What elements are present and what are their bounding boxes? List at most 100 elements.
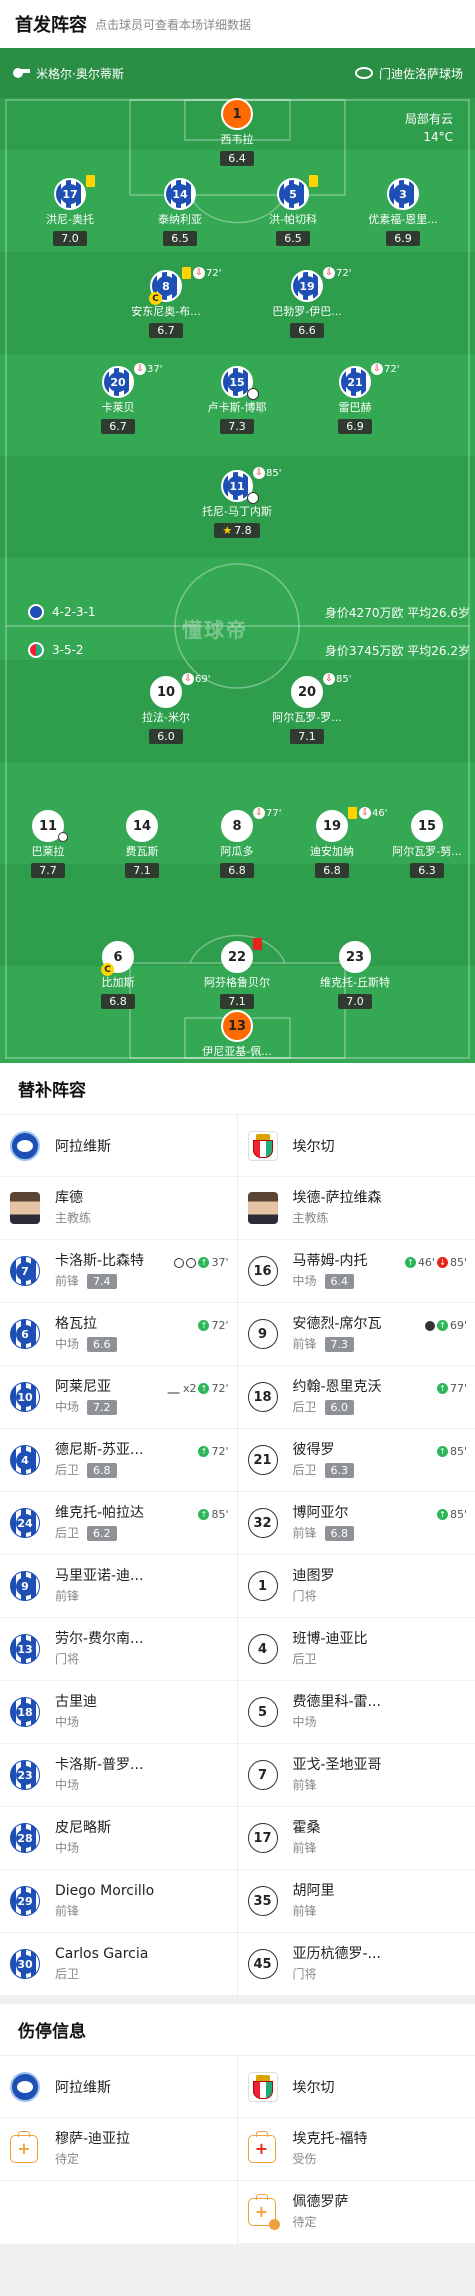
sub-player-row[interactable]: 45 亚历杭德罗-... 门将: [237, 1933, 475, 1996]
player-number: 21: [345, 372, 365, 392]
player-badge: 21: [339, 366, 371, 398]
sub-jersey-icon: 5: [247, 1697, 278, 1727]
red-card-icon: [253, 938, 262, 950]
pitch-player[interactable]: 15 卢卡斯-博耶 7.3: [191, 366, 283, 434]
sub-player-row[interactable]: 6 格瓦拉 中场 6.6 ↑ 72': [0, 1303, 237, 1366]
sub-player-position-row: 门将: [293, 1587, 335, 1605]
sub-events: ↑ 85': [436, 1445, 467, 1458]
sub-player-position: 前锋: [55, 1904, 80, 1918]
sub-player-row[interactable]: 29 Diego Morcillo 前锋: [0, 1870, 237, 1933]
sub-player-row[interactable]: 4 德尼斯-苏亚... 后卫 6.8 ↑ 72': [0, 1429, 237, 1492]
player-number: 19: [297, 276, 317, 296]
sub-player-position: 中场: [55, 1715, 80, 1729]
injury-row[interactable]: + 埃克托-福特 受伤: [237, 2118, 475, 2181]
sub-player-name: 阿莱尼亚: [55, 1379, 111, 1395]
sub-player-row[interactable]: 10 阿莱尼亚 中场 7.2 x2 ↑ 72': [0, 1366, 237, 1429]
pitch-player[interactable]: 6 比加斯 6.8 C: [72, 941, 164, 1009]
sub-player-row[interactable]: 24 维克托-帕拉达 后卫 6.2 ↑ 85': [0, 1492, 237, 1555]
pitch-player[interactable]: 22 阿芬格鲁贝尔 7.1: [191, 938, 283, 1009]
coach-name: 库德: [55, 1190, 83, 1206]
sub-player-position: 门将: [55, 1652, 80, 1666]
sub-in-minute: 37': [211, 1256, 229, 1269]
player-name: 雷巴赫: [338, 401, 372, 414]
sub-player-row[interactable]: 7 卡洛斯-比森特 前锋 7.4 ↑ 37': [0, 1240, 237, 1303]
pitch-player[interactable]: 19 迪安加纳 6.8 ⇩ 46': [286, 807, 387, 878]
sub-player-row[interactable]: 32 博阿亚尔 前锋 6.8 ↑ 85': [237, 1492, 475, 1555]
pitch-player[interactable]: 19 巴勃罗-伊巴... 6.6 ⇩ 72': [261, 267, 353, 338]
weather-info: 局部有云 14°C: [405, 110, 453, 146]
injury-row[interactable]: + 佩德罗萨 待定: [237, 2181, 475, 2244]
player-name: 卢卡斯-博耶: [207, 401, 267, 414]
player-rating: 7.3: [220, 419, 254, 434]
pitch-player[interactable]: 11 巴莱拉 7.7: [2, 810, 94, 878]
sub-player-position: 中场: [55, 1778, 80, 1792]
sub-player-row[interactable]: 18 约翰-恩里克沃 后卫 6.0 ↑ 77': [237, 1366, 475, 1429]
sub-jersey-icon: 9: [10, 1571, 40, 1601]
pitch-player[interactable]: 17 洪尼-奥托 7.0: [24, 175, 116, 246]
sub-player-row[interactable]: 9 马里亚诺-迪... 前锋: [0, 1555, 237, 1618]
away-injuries-column: 埃尔切 + 埃克托-福特 受伤 + 佩德罗萨 待定: [237, 2056, 475, 2244]
pitch-player[interactable]: 15 阿尔瓦罗-努... 6.3: [381, 810, 473, 878]
coach-role: 主教练: [55, 1211, 92, 1225]
pitch-player[interactable]: 3 优素福-恩里... 6.9: [357, 178, 449, 246]
sub-player-row[interactable]: 28 皮尼略斯 中场: [0, 1807, 237, 1870]
injured-player-name: 埃克托-福特: [292, 2131, 368, 2147]
sub-player-row[interactable]: 21 彼得罗 后卫 6.3 ↑ 85': [237, 1429, 475, 1492]
sub-player-row[interactable]: 1 迪图罗 门将: [237, 1555, 475, 1618]
home-team-row[interactable]: 阿拉维斯: [0, 1115, 237, 1177]
coach-role: 主教练: [292, 1211, 329, 1225]
home-formation: 4-2-3-1: [28, 604, 96, 620]
sub-jersey-icon: 45: [247, 1949, 278, 1979]
sub-player-row[interactable]: 7 亚戈-圣地亚哥 前锋: [237, 1744, 475, 1807]
away-team-row[interactable]: 埃尔切: [237, 1115, 475, 1177]
player-rating: 6.9: [386, 231, 420, 246]
player-name: 阿瓜多: [220, 845, 254, 858]
player-badge: 5: [277, 178, 309, 210]
injury-row[interactable]: + 穆萨-迪亚拉 待定: [0, 2118, 237, 2181]
sub-player-rating: 6.2: [87, 1525, 117, 1541]
sub-minute: 77': [266, 807, 282, 819]
home-coach-row[interactable]: 库德 主教练: [0, 1177, 237, 1240]
player-badge: 17: [54, 178, 86, 210]
pitch-player[interactable]: 20 阿尔瓦罗-罗... 7.1 ⇩ 85': [261, 673, 353, 744]
sub-player-name: 劳尔-费尔南...: [55, 1631, 144, 1647]
away-coach-row[interactable]: 埃德-萨拉维森 主教练: [237, 1177, 475, 1240]
pitch-player[interactable]: 10 拉法-米尔 6.0 ⇩ 69': [120, 673, 212, 744]
player-rating: 7.7: [31, 863, 65, 878]
pitch-player[interactable]: 1 西韦拉 6.4: [191, 98, 283, 166]
pitch-player[interactable]: 21 雷巴赫 6.9 ⇩ 72': [309, 363, 401, 434]
sub-player-row[interactable]: 30 Carlos Garcia 后卫: [0, 1933, 237, 1996]
sub-jersey-icon: 4: [10, 1445, 40, 1475]
sub-player-row[interactable]: 5 费德里科-雷... 中场: [237, 1681, 475, 1744]
player-name: 伊尼亚基-佩...: [202, 1045, 272, 1058]
sub-player-row[interactable]: 35 胡阿里 前锋: [237, 1870, 475, 1933]
home-squad-value: 身价4270万欧 平均26.6岁: [324, 606, 470, 620]
sub-player-row[interactable]: 16 马蒂姆-内托 中场 6.4 ↑ 46' ↓ 85': [237, 1240, 475, 1303]
pitch-player[interactable]: 13 伊尼亚基-佩...6.2: [191, 1010, 283, 1063]
pitch-player[interactable]: 14 费瓦斯 7.1: [96, 810, 188, 878]
sub-player-row[interactable]: 17 霍桑 前锋: [237, 1807, 475, 1870]
sub-player-row[interactable]: 4 班博-迪亚比 后卫: [237, 1618, 475, 1681]
player-badge: 1: [221, 98, 253, 130]
pitch-player[interactable]: 14 泰纳利亚 6.5: [134, 178, 226, 246]
sub-player-row[interactable]: 18 古里迪 中场: [0, 1681, 237, 1744]
injuries-title: 伤停信息: [0, 2004, 475, 2056]
pitch-player[interactable]: 5 洪-帕切科 6.5: [247, 175, 339, 246]
player-name: 洪尼-奥托: [46, 213, 94, 226]
sub-player-position-row: 前锋: [55, 1902, 154, 1920]
sub-player-position: 后卫: [292, 1400, 317, 1414]
pitch-player[interactable]: 8 安东尼奥-布... 6.7 C ⇩ 72': [120, 267, 221, 338]
sub-minute: 72': [206, 267, 222, 279]
sub-player-row[interactable]: 13 劳尔-费尔南... 门将: [0, 1618, 237, 1681]
goal-ball-icon: [247, 492, 259, 504]
sub-in-minute: 72': [211, 1445, 229, 1458]
pitch-player[interactable]: 20 卡莱贝 6.7 ⇩ 37': [72, 363, 164, 434]
sub-number: 4: [15, 1450, 35, 1470]
pitch-player[interactable]: 11 托尼-马丁内斯 ★ 7.8 ⇩ 85': [191, 467, 283, 538]
sub-events: ↑ 85': [436, 1508, 467, 1521]
goal-ball-icon: [247, 388, 259, 400]
pitch-player[interactable]: 8 阿瓜多 6.8 ⇩ 77': [191, 807, 283, 878]
pitch-player[interactable]: 23 维克托-丘斯特 7.0: [309, 941, 401, 1009]
sub-player-row[interactable]: 9 安德烈-席尔瓦 前锋 7.3 ↑ 69': [237, 1303, 475, 1366]
sub-player-row[interactable]: 23 卡洛斯-普罗... 中场: [0, 1744, 237, 1807]
